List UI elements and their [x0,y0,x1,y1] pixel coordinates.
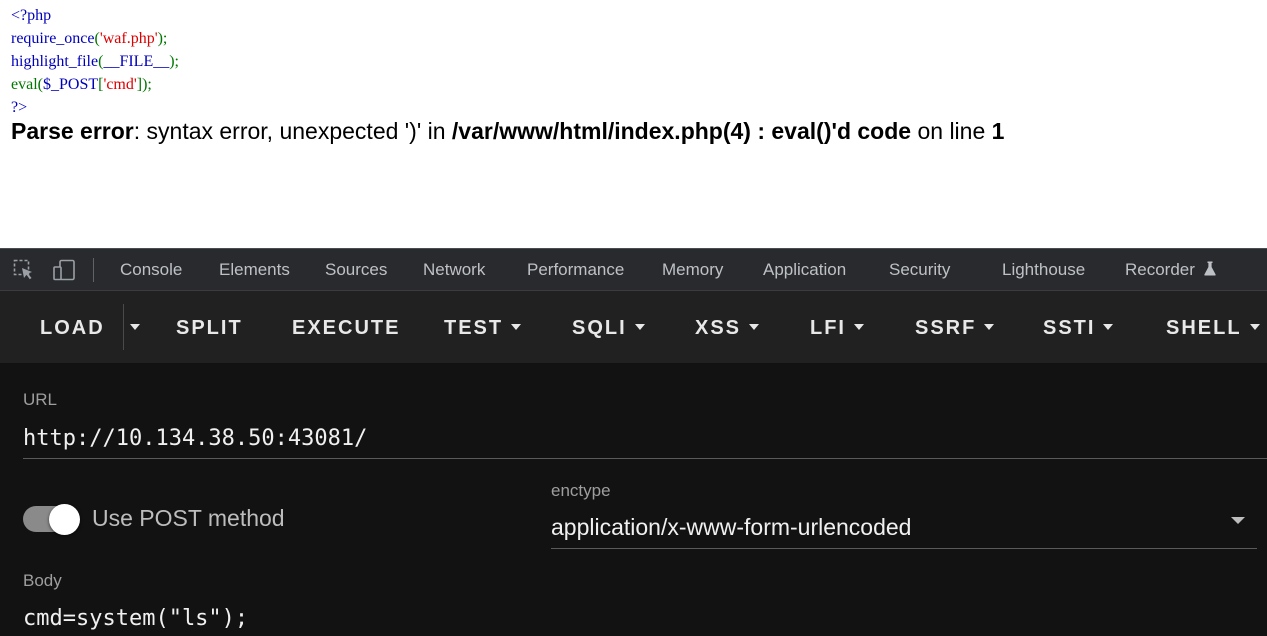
post-method-label: Use POST method [92,505,285,531]
url-input[interactable]: http://10.134.38.50:43081/ [23,426,367,451]
enctype-label: enctype [551,481,611,500]
tab-memory[interactable]: Memory [662,260,723,280]
load-dropdown-button[interactable] [130,317,140,340]
lfi-menu-button[interactable]: LFI [810,317,864,340]
string-literal: 'cmd' [103,76,137,93]
tab-lighthouse[interactable]: Lighthouse [1002,260,1085,280]
load-button[interactable]: LOAD [40,317,105,340]
chevron-down-icon [1249,323,1260,330]
test-menu-button[interactable]: TEST [444,317,522,340]
shell-label: SHELL [1166,317,1242,339]
highlighted-source: <?php require_once('waf.php'); highlight… [11,4,179,119]
chevron-down-icon [130,323,140,330]
highlight-file-call: highlight_file [11,53,99,70]
tab-network[interactable]: Network [423,260,485,280]
php-open-tag: <?php [11,7,52,24]
test-label: TEST [444,317,504,339]
error-on-line: on line [911,118,992,144]
error-text: : syntax error, unexpected ')' in [133,118,452,144]
string-literal: 'waf.php' [99,30,158,47]
chevron-down-icon [984,323,995,330]
ssti-menu-button[interactable]: SSTI [1043,317,1114,340]
ssti-label: SSTI [1043,317,1096,339]
body-label: Body [23,571,62,590]
post-variable: $_POST [42,76,99,93]
bracket-close: ]); [136,76,152,93]
tab-console[interactable]: Console [120,260,182,280]
tab-elements[interactable]: Elements [219,260,290,280]
parse-error-message: Parse error: syntax error, unexpected ')… [11,118,1004,145]
ssrf-menu-button[interactable]: SSRF [915,317,995,340]
url-input-underline [23,458,1267,459]
url-label: URL [23,390,58,409]
paren-close: ); [157,30,168,47]
tab-recorder[interactable]: Recorder [1125,260,1216,280]
tab-security[interactable]: Security [889,260,950,280]
flask-icon [1203,261,1216,276]
eval-call: eval [11,76,38,93]
shell-menu-button[interactable]: SHELL [1166,317,1260,340]
error-line-number: 1 [991,118,1005,144]
tab-recorder-label: Recorder [1125,260,1195,279]
body-input[interactable]: cmd=system("ls"); [23,606,248,631]
sqli-label: SQLI [572,317,627,339]
chevron-down-icon [1103,323,1114,330]
require-once-call: require_once [11,30,95,47]
code-line-2: require_once('waf.php'); [11,27,179,50]
hackbar-panel [0,363,1267,636]
code-line-3: highlight_file(__FILE__); [11,50,179,73]
xss-menu-button[interactable]: XSS [695,317,760,340]
code-line-1: <?php [11,4,179,27]
inspect-element-icon[interactable] [13,259,35,281]
tab-application[interactable]: Application [763,260,846,280]
execute-button[interactable]: EXECUTE [292,317,400,340]
lfi-label: LFI [810,317,846,339]
chevron-down-icon [749,323,760,330]
xss-label: XSS [695,317,742,339]
code-line-5: ?> [11,96,179,119]
tab-sources[interactable]: Sources [325,260,387,280]
paren-close: ); [169,53,179,70]
devtools-tab-bar: Console Elements Sources Network Perform… [0,248,1267,291]
sqli-menu-button[interactable]: SQLI [572,317,645,340]
chevron-down-icon [511,323,522,330]
file-constant: __FILE__ [103,53,170,70]
tab-performance[interactable]: Performance [527,260,624,280]
ssrf-label: SSRF [915,317,977,339]
post-method-toggle-knob[interactable] [49,504,80,535]
code-line-4: eval($_POST['cmd']); [11,73,179,96]
device-toolbar-icon[interactable] [52,259,75,281]
load-split-divider [123,304,124,350]
enctype-select[interactable]: application/x-www-form-urlencoded [551,514,911,541]
split-button[interactable]: SPLIT [176,317,243,340]
php-close-tag: ?> [11,99,28,116]
error-label: Parse error [11,118,134,144]
chevron-down-icon[interactable] [1231,517,1245,524]
toolbar-divider [93,258,94,282]
chevron-down-icon [854,323,864,330]
chevron-down-icon [634,323,645,330]
error-file: /var/www/html/index.php(4) : eval()'d co… [451,118,912,144]
enctype-select-underline [551,548,1257,549]
